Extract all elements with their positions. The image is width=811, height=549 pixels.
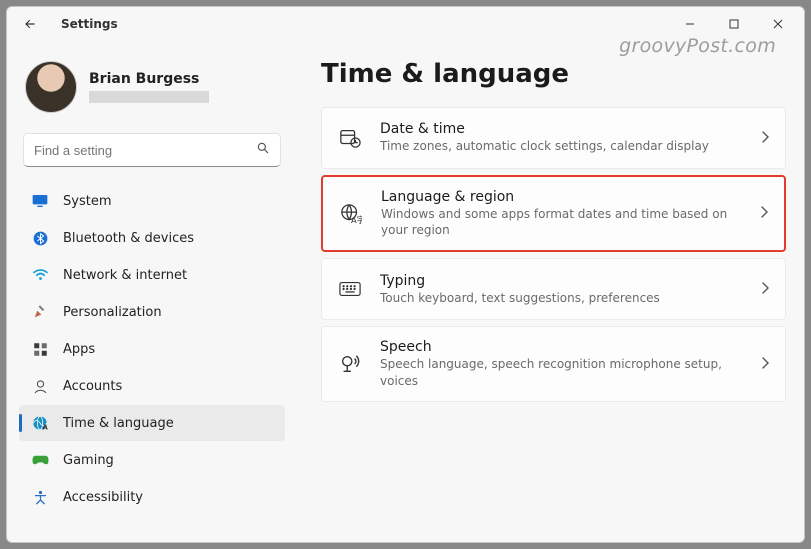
sidebar-item-label: Accounts <box>63 379 122 394</box>
sidebar-item-label: Bluetooth & devices <box>63 231 194 246</box>
sidebar-item-wifi[interactable]: Network & internet <box>19 257 285 293</box>
sidebar-item-label: Accessibility <box>63 490 143 505</box>
sidebar-item-label: Personalization <box>63 305 162 320</box>
back-button[interactable] <box>11 9 49 39</box>
region-icon: A字 <box>339 202 363 226</box>
sidebar-item-label: Network & internet <box>63 268 187 283</box>
chevron-right-icon <box>761 357 769 372</box>
sidebar-item-label: Time & language <box>63 416 174 431</box>
avatar <box>25 61 77 113</box>
sidebar-item-bt[interactable]: Bluetooth & devices <box>19 220 285 256</box>
sidebar-item-apps[interactable]: Apps <box>19 331 285 367</box>
minimize-button[interactable] <box>668 9 712 39</box>
profile-subline-redacted <box>89 91 209 103</box>
sidebar-item-gaming[interactable]: Gaming <box>19 442 285 478</box>
sidebar-item-access[interactable]: Accessibility <box>19 479 285 515</box>
access-icon <box>31 488 49 506</box>
datetime-icon <box>338 126 362 150</box>
time-icon: A <box>31 414 49 432</box>
nav-list: System Bluetooth & devices Network & inter… <box>19 183 285 515</box>
account-icon <box>31 377 49 395</box>
main-area: Time & language Date & timeTime zones, a… <box>293 41 804 542</box>
sidebar-item-label: Apps <box>63 342 95 357</box>
card-label: Language & region <box>381 189 742 205</box>
brush-icon <box>31 303 49 321</box>
wifi-icon <box>31 266 49 284</box>
card-sub: Windows and some apps format dates and t… <box>381 206 742 238</box>
settings-window: Settings groovyPost.com Brian Burgess <box>6 6 805 543</box>
gaming-icon <box>31 451 49 469</box>
card-label: Typing <box>380 273 743 289</box>
chevron-right-icon <box>761 131 769 146</box>
search-box[interactable] <box>23 133 281 167</box>
sidebar-item-time[interactable]: A Time & language <box>19 405 285 441</box>
search-input[interactable] <box>34 143 256 158</box>
close-button[interactable] <box>756 9 800 39</box>
card-speech[interactable]: SpeechSpeech language, speech recognitio… <box>321 326 786 401</box>
card-region[interactable]: A字 Language & regionWindows and some apps… <box>321 175 786 252</box>
maximize-button[interactable] <box>712 9 756 39</box>
apps-icon <box>31 340 49 358</box>
card-sub: Time zones, automatic clock settings, ca… <box>380 138 743 154</box>
page-title: Time & language <box>321 59 786 89</box>
sidebar-item-system[interactable]: System <box>19 183 285 219</box>
system-icon <box>31 192 49 210</box>
sidebar-item-label: System <box>63 194 111 209</box>
speech-icon <box>338 352 362 376</box>
card-list: Date & timeTime zones, automatic clock s… <box>321 107 786 402</box>
chevron-right-icon <box>761 282 769 297</box>
card-label: Speech <box>380 339 743 355</box>
card-datetime[interactable]: Date & timeTime zones, automatic clock s… <box>321 107 786 169</box>
chevron-right-icon <box>760 206 768 221</box>
sidebar-item-label: Gaming <box>63 453 114 468</box>
profile-block[interactable]: Brian Burgess <box>19 41 285 131</box>
sidebar-item-brush[interactable]: Personalization <box>19 294 285 330</box>
titlebar: Settings <box>7 7 804 41</box>
svg-text:A字: A字 <box>351 215 362 225</box>
profile-name: Brian Burgess <box>89 71 209 87</box>
window-title: Settings <box>61 17 118 31</box>
search-icon <box>256 141 270 159</box>
typing-icon <box>338 277 362 301</box>
card-sub: Speech language, speech recognition micr… <box>380 356 743 388</box>
card-sub: Touch keyboard, text suggestions, prefer… <box>380 290 743 306</box>
card-label: Date & time <box>380 121 743 137</box>
svg-text:A: A <box>43 424 48 431</box>
sidebar: Brian Burgess System Bluetooth & devices N… <box>7 41 293 542</box>
card-typing[interactable]: TypingTouch keyboard, text suggestions, … <box>321 258 786 320</box>
bt-icon <box>31 229 49 247</box>
sidebar-item-account[interactable]: Accounts <box>19 368 285 404</box>
